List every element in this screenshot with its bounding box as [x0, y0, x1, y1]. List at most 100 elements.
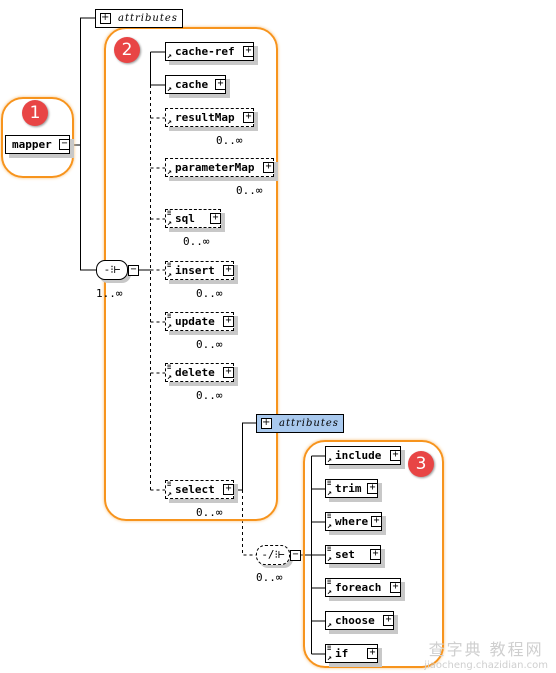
- element-choose[interactable]: ↗ choose +: [325, 611, 394, 630]
- element-label: resultMap: [175, 111, 235, 124]
- reference-arrow-icon: ↗: [327, 488, 332, 497]
- documentation-icon: ≡: [167, 261, 172, 269]
- reference-arrow-icon: ↗: [167, 489, 172, 498]
- reference-arrow-icon: ↗: [327, 587, 332, 596]
- reference-arrow-icon: ↗: [327, 455, 332, 464]
- expand-icon[interactable]: +: [367, 483, 378, 494]
- choice-compositor[interactable]: -/⁝⊢: [256, 545, 290, 565]
- element-select[interactable]: ≡ ↗ select +: [165, 480, 234, 499]
- documentation-icon: ≡: [327, 512, 332, 520]
- documentation-icon: ≡: [327, 644, 332, 652]
- reference-arrow-icon: ↗: [167, 218, 172, 227]
- documentation-icon: ≡: [167, 209, 172, 217]
- watermark-line2: jiaocheng.chazidian.com: [424, 660, 548, 671]
- reference-arrow-icon: ↗: [327, 554, 332, 563]
- reference-arrow-icon: ↗: [167, 372, 172, 381]
- expand-icon[interactable]: +: [367, 648, 378, 659]
- choice-icon: -/⁝⊢: [261, 548, 285, 561]
- element-set[interactable]: ≡ ↗ set +: [325, 545, 381, 564]
- expand-icon[interactable]: +: [223, 367, 234, 378]
- element-cache[interactable]: ↗ cache +: [165, 75, 226, 94]
- schema-diagram: 1 2 3 + attributes mapper − -⁝⊢ − 1..∞ ↗…: [0, 0, 556, 673]
- reference-arrow-icon: ↗: [167, 51, 172, 60]
- sequence-icon: -⁝⊢: [103, 263, 121, 276]
- element-parametermap[interactable]: ↗ parameterMap +: [165, 158, 274, 177]
- expand-icon[interactable]: +: [100, 13, 111, 24]
- element-label: where: [335, 515, 369, 528]
- element-label: trim: [335, 482, 362, 495]
- multiplicity: 0..∞: [183, 235, 210, 248]
- element-label: insert: [175, 264, 215, 277]
- element-label: delete: [175, 366, 215, 379]
- element-update[interactable]: ≡ ↗ update +: [165, 312, 234, 331]
- expand-icon[interactable]: +: [370, 549, 381, 560]
- element-resultmap[interactable]: ↗ resultMap +: [165, 108, 254, 127]
- expand-icon[interactable]: +: [243, 112, 254, 123]
- expand-icon[interactable]: +: [390, 582, 401, 593]
- element-label: sql: [175, 212, 195, 225]
- expand-icon[interactable]: +: [210, 213, 221, 224]
- documentation-icon: ≡: [167, 312, 172, 320]
- element-label: cache-ref: [175, 45, 235, 58]
- reference-arrow-icon: ↗: [327, 620, 332, 629]
- element-trim[interactable]: ≡ ↗ trim +: [325, 479, 378, 498]
- collapse-icon[interactable]: −: [59, 139, 70, 150]
- element-label: if: [335, 647, 349, 660]
- element-foreach[interactable]: ≡ ↗ foreach +: [325, 578, 401, 597]
- multiplicity: 0..∞: [196, 338, 223, 351]
- reference-arrow-icon: ↗: [167, 270, 172, 279]
- element-insert[interactable]: ≡ ↗ insert +: [165, 261, 234, 280]
- element-label: foreach: [335, 581, 382, 594]
- badge-1: 1: [22, 100, 48, 126]
- reference-arrow-icon: ↗: [167, 84, 172, 93]
- reference-arrow-icon: ↗: [167, 321, 172, 330]
- element-delete[interactable]: ≡ ↗ delete +: [165, 363, 234, 382]
- multiplicity: 1..∞: [96, 287, 123, 300]
- expand-icon[interactable]: +: [390, 450, 401, 461]
- element-include[interactable]: ↗ include +: [325, 446, 401, 465]
- root-attributes[interactable]: + attributes: [95, 9, 183, 28]
- element-label: mapper: [12, 138, 52, 151]
- element-label: include: [335, 449, 382, 462]
- sequence-compositor[interactable]: -⁝⊢: [96, 260, 128, 280]
- expand-icon[interactable]: +: [383, 615, 394, 626]
- element-mapper[interactable]: mapper −: [5, 135, 70, 154]
- expand-icon[interactable]: +: [223, 265, 234, 276]
- element-label: set: [335, 548, 355, 561]
- element-label: parameterMap: [175, 161, 255, 174]
- collapse-icon[interactable]: −: [290, 550, 301, 561]
- element-cache-ref[interactable]: ↗ cache-ref +: [165, 42, 254, 61]
- expand-icon[interactable]: +: [223, 316, 234, 327]
- multiplicity: 0..∞: [196, 506, 223, 519]
- expand-icon[interactable]: +: [223, 484, 234, 495]
- reference-arrow-icon: ↗: [327, 521, 332, 530]
- element-label: cache: [175, 78, 209, 91]
- element-sql[interactable]: ≡ ↗ sql +: [165, 209, 221, 228]
- documentation-icon: ≡: [327, 578, 332, 586]
- expand-icon[interactable]: +: [263, 162, 274, 173]
- element-label: choose: [335, 614, 375, 627]
- collapse-icon[interactable]: −: [128, 265, 139, 276]
- attributes-label: attributes: [279, 418, 339, 429]
- watermark-line1: 查字典 教程网: [428, 640, 544, 659]
- documentation-icon: ≡: [327, 479, 332, 487]
- element-label: update: [175, 315, 215, 328]
- reference-arrow-icon: ↗: [327, 653, 332, 662]
- select-attributes[interactable]: + attributes: [256, 414, 344, 433]
- badge-3: 3: [408, 451, 434, 477]
- reference-arrow-icon: ↗: [167, 167, 172, 176]
- badge-2: 2: [114, 37, 140, 63]
- documentation-icon: ≡: [167, 480, 172, 488]
- element-label: select: [175, 483, 215, 496]
- multiplicity: 0..∞: [196, 287, 223, 300]
- expand-icon[interactable]: +: [215, 79, 226, 90]
- expand-icon[interactable]: +: [243, 46, 254, 57]
- multiplicity: 0..∞: [236, 184, 263, 197]
- expand-icon[interactable]: +: [371, 516, 382, 527]
- watermark: 查字典 教程网 jiaocheng.chazidian.com: [424, 636, 548, 671]
- element-if[interactable]: ≡ ↗ if +: [325, 644, 378, 663]
- expand-icon[interactable]: +: [261, 418, 272, 429]
- element-where[interactable]: ≡ ↗ where +: [325, 512, 382, 531]
- attributes-label: attributes: [118, 13, 178, 24]
- multiplicity: 0..∞: [256, 571, 283, 584]
